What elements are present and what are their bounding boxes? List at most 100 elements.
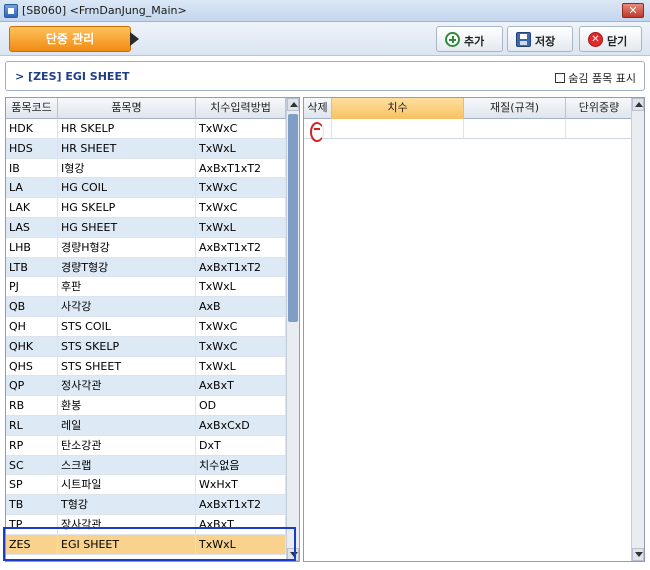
- item-name-cell[interactable]: 장사각관: [58, 514, 196, 534]
- item-list-scrollbar[interactable]: [286, 98, 299, 561]
- scroll-thumb[interactable]: [288, 114, 298, 322]
- item-code-cell[interactable]: SP: [6, 475, 58, 495]
- item-code-cell[interactable]: QP: [6, 376, 58, 396]
- size-method-cell[interactable]: AxBxT1xT2: [196, 158, 286, 178]
- scroll-down-arrow-icon[interactable]: [287, 548, 299, 561]
- item-name-cell[interactable]: EGI SHEET: [58, 534, 196, 554]
- size-detail-scrollbar[interactable]: [631, 98, 644, 561]
- table-row[interactable]: LAK HG SKELP TxWxC: [6, 198, 286, 218]
- item-name-cell[interactable]: 후판: [58, 277, 196, 297]
- table-row[interactable]: QHS STS SHEET TxWxL: [6, 356, 286, 377]
- table-row[interactable]: QP 정사각관 AxBxT: [6, 376, 286, 397]
- item-code-cell[interactable]: SC: [6, 455, 58, 475]
- size-method-cell[interactable]: AxBxT: [196, 514, 286, 534]
- material-cell[interactable]: [464, 119, 566, 139]
- tab-danjung[interactable]: 단중 관리: [9, 26, 131, 52]
- size-cell[interactable]: [332, 119, 464, 139]
- size-method-cell[interactable]: DxT: [196, 435, 286, 455]
- item-code-cell[interactable]: PJ: [6, 277, 58, 297]
- size-method-cell[interactable]: TxWxL: [196, 534, 286, 554]
- size-method-cell[interactable]: AxBxT1xT2: [196, 237, 286, 257]
- item-code-cell[interactable]: QH: [6, 316, 58, 336]
- size-method-cell[interactable]: TxWxC: [196, 316, 286, 336]
- table-row[interactable]: SC 스크랩 치수없음: [6, 455, 286, 476]
- size-method-cell[interactable]: AxBxT1xT2: [196, 495, 286, 514]
- item-name-cell[interactable]: 시트파일: [58, 475, 196, 495]
- header-delete[interactable]: 삭제: [304, 98, 332, 119]
- save-button[interactable]: 저장: [507, 26, 573, 52]
- item-name-cell[interactable]: 정사각관: [58, 376, 196, 396]
- table-row[interactable]: TP 장사각관 AxBxT: [6, 514, 286, 535]
- item-code-cell[interactable]: TP: [6, 514, 58, 534]
- header-item-name[interactable]: 품목명: [58, 98, 196, 119]
- scroll-down-arrow-icon[interactable]: [632, 548, 644, 561]
- item-code-cell[interactable]: HDS: [6, 138, 58, 158]
- table-row[interactable]: ZES EGI SHEET TxWxL: [6, 534, 286, 555]
- table-row[interactable]: QB 사각강 AxB: [6, 297, 286, 317]
- size-method-cell[interactable]: TxWxC: [196, 336, 286, 356]
- checkbox-box[interactable]: [555, 73, 566, 83]
- item-name-cell[interactable]: 환봉: [58, 396, 196, 415]
- item-name-cell[interactable]: 경량T형강: [58, 257, 196, 277]
- header-material[interactable]: 재질(규격): [464, 98, 566, 119]
- table-row[interactable]: LHB 경량H형강 AxBxT1xT2: [6, 237, 286, 258]
- item-name-cell[interactable]: HR SHEET: [58, 138, 196, 158]
- size-method-cell[interactable]: TxWxC: [196, 198, 286, 217]
- table-row[interactable]: HDK HR SKELP TxWxC: [6, 119, 286, 139]
- item-name-cell[interactable]: 레일: [58, 415, 196, 435]
- item-name-cell[interactable]: I형강: [58, 158, 196, 178]
- item-code-cell[interactable]: LTB: [6, 257, 58, 277]
- header-unit-weight[interactable]: 단위중량: [566, 98, 633, 119]
- table-row[interactable]: HDS HR SHEET TxWxL: [6, 138, 286, 159]
- item-name-cell[interactable]: 스크랩: [58, 455, 196, 475]
- item-code-cell[interactable]: QB: [6, 297, 58, 316]
- item-name-cell[interactable]: STS COIL: [58, 316, 196, 336]
- item-name-cell[interactable]: HG SKELP: [58, 198, 196, 217]
- item-code-cell[interactable]: LHB: [6, 237, 58, 257]
- table-row[interactable]: LA HG COIL TxWxC: [6, 178, 286, 199]
- scroll-up-arrow-icon[interactable]: [632, 98, 644, 111]
- table-row[interactable]: LAS HG SHEET TxWxL: [6, 217, 286, 238]
- table-row[interactable]: TB T형강 AxBxT1xT2: [6, 495, 286, 515]
- size-method-cell[interactable]: TxWxL: [196, 356, 286, 376]
- table-row[interactable]: RL 레일 AxBxCxD: [6, 415, 286, 436]
- header-item-code[interactable]: 품목코드: [6, 98, 58, 119]
- table-row[interactable]: PJ 후판 TxWxL: [6, 277, 286, 298]
- size-method-cell[interactable]: WxHxT: [196, 475, 286, 495]
- table-row[interactable]: IB I형강 AxBxT1xT2: [6, 158, 286, 179]
- size-method-cell[interactable]: TxWxC: [196, 178, 286, 198]
- size-method-cell[interactable]: OD: [196, 396, 286, 415]
- item-name-cell[interactable]: T형강: [58, 495, 196, 514]
- item-name-cell[interactable]: 사각강: [58, 297, 196, 316]
- item-code-cell[interactable]: IB: [6, 158, 58, 178]
- window-close-button[interactable]: ✕: [622, 3, 644, 18]
- size-method-cell[interactable]: AxBxT1xT2: [196, 257, 286, 277]
- table-row[interactable]: RP 탄소강관 DxT: [6, 435, 286, 456]
- size-method-cell[interactable]: TxWxL: [196, 277, 286, 297]
- size-method-cell[interactable]: TxWxL: [196, 217, 286, 237]
- table-row[interactable]: LTB 경량T형강 AxBxT1xT2: [6, 257, 286, 278]
- item-name-cell[interactable]: HG COIL: [58, 178, 196, 198]
- header-size[interactable]: 치수: [332, 98, 464, 119]
- item-code-cell[interactable]: LAS: [6, 217, 58, 237]
- add-button[interactable]: 추가: [436, 26, 503, 52]
- item-name-cell[interactable]: 탄소강관: [58, 435, 196, 455]
- table-row[interactable]: SP 시트파일 WxHxT: [6, 475, 286, 496]
- item-code-cell[interactable]: RP: [6, 435, 58, 455]
- minus-circle-icon[interactable]: [310, 122, 324, 142]
- item-name-cell[interactable]: 경량H형강: [58, 237, 196, 257]
- scroll-up-arrow-icon[interactable]: [287, 98, 299, 111]
- size-method-cell[interactable]: AxBxT: [196, 376, 286, 396]
- size-method-cell[interactable]: TxWxL: [196, 138, 286, 158]
- size-method-cell[interactable]: AxB: [196, 297, 286, 316]
- size-method-cell[interactable]: TxWxC: [196, 119, 286, 138]
- show-hidden-items-checkbox[interactable]: 숨김 품목 표시: [555, 70, 636, 86]
- size-method-cell[interactable]: 치수없음: [196, 455, 286, 475]
- item-code-cell[interactable]: QHK: [6, 336, 58, 356]
- unit-weight-cell[interactable]: [566, 119, 633, 139]
- item-code-cell[interactable]: RL: [6, 415, 58, 435]
- item-code-cell[interactable]: ZES: [6, 534, 58, 554]
- item-name-cell[interactable]: STS SKELP: [58, 336, 196, 356]
- item-code-cell[interactable]: LA: [6, 178, 58, 198]
- header-size-input-method[interactable]: 치수입력방법: [196, 98, 286, 119]
